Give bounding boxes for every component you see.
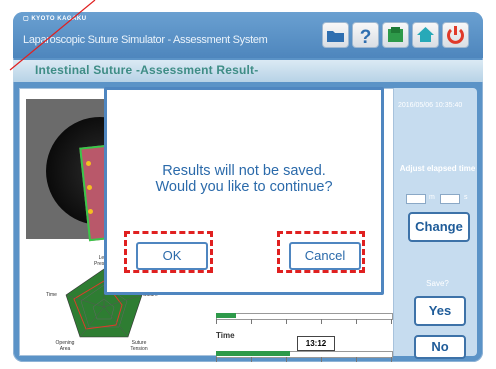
home-icon[interactable] [412, 22, 439, 48]
download-icon[interactable] [382, 22, 409, 48]
radar-label-opening-area: Opening Area [55, 340, 75, 352]
track-tick [356, 357, 357, 362]
suture-point [86, 161, 91, 166]
radar-label-time: Time [46, 292, 57, 298]
no-button[interactable]: No [414, 335, 466, 359]
suture-point [87, 185, 92, 190]
datetime-stamp: 2016/05/06 10:35:40 [398, 102, 463, 109]
time-label: Time [216, 331, 235, 340]
adjust-time-label: Adjust elapsed time [399, 164, 476, 173]
power-icon[interactable] [442, 22, 469, 48]
track-tick [216, 357, 217, 362]
track-tick [286, 357, 287, 362]
change-button[interactable]: Change [408, 212, 470, 242]
seconds-input[interactable] [440, 194, 460, 204]
minutes-input[interactable] [406, 194, 426, 204]
dialog-message-line2: Would you like to continue? [155, 179, 333, 195]
minutes-unit: m [429, 194, 435, 201]
track-tick [356, 319, 357, 324]
seconds-unit: s [464, 194, 468, 201]
track-tick [391, 319, 392, 324]
score-track [216, 313, 393, 320]
radar-label-suture-tension: Suture Tension [130, 340, 148, 352]
right-panel: 2016/05/06 10:35:40 Adjust elapsed time … [398, 88, 477, 359]
time-value: 13:12 [297, 336, 335, 351]
svg-text:?: ? [360, 27, 372, 47]
track-tick [321, 357, 322, 362]
track-tick [216, 319, 217, 324]
score-fill [216, 313, 236, 318]
track-tick [251, 357, 252, 362]
track-tick [321, 319, 322, 324]
track-tick [391, 357, 392, 362]
annotation-arrow [9, 0, 96, 71]
yes-button[interactable]: Yes [414, 296, 466, 326]
cancel-highlight [277, 231, 365, 273]
track-tick [286, 319, 287, 324]
folder-icon[interactable] [322, 22, 349, 48]
help-icon[interactable]: ? [352, 22, 379, 48]
save-label: Save? [426, 279, 449, 288]
dialog-message: Results will not be saved. Would you lik… [107, 163, 381, 195]
suture-point [88, 209, 93, 214]
time-fill [216, 351, 290, 356]
track-tick [251, 319, 252, 324]
ok-highlight [124, 231, 213, 273]
dialog-message-line1: Results will not be saved. [162, 163, 326, 179]
